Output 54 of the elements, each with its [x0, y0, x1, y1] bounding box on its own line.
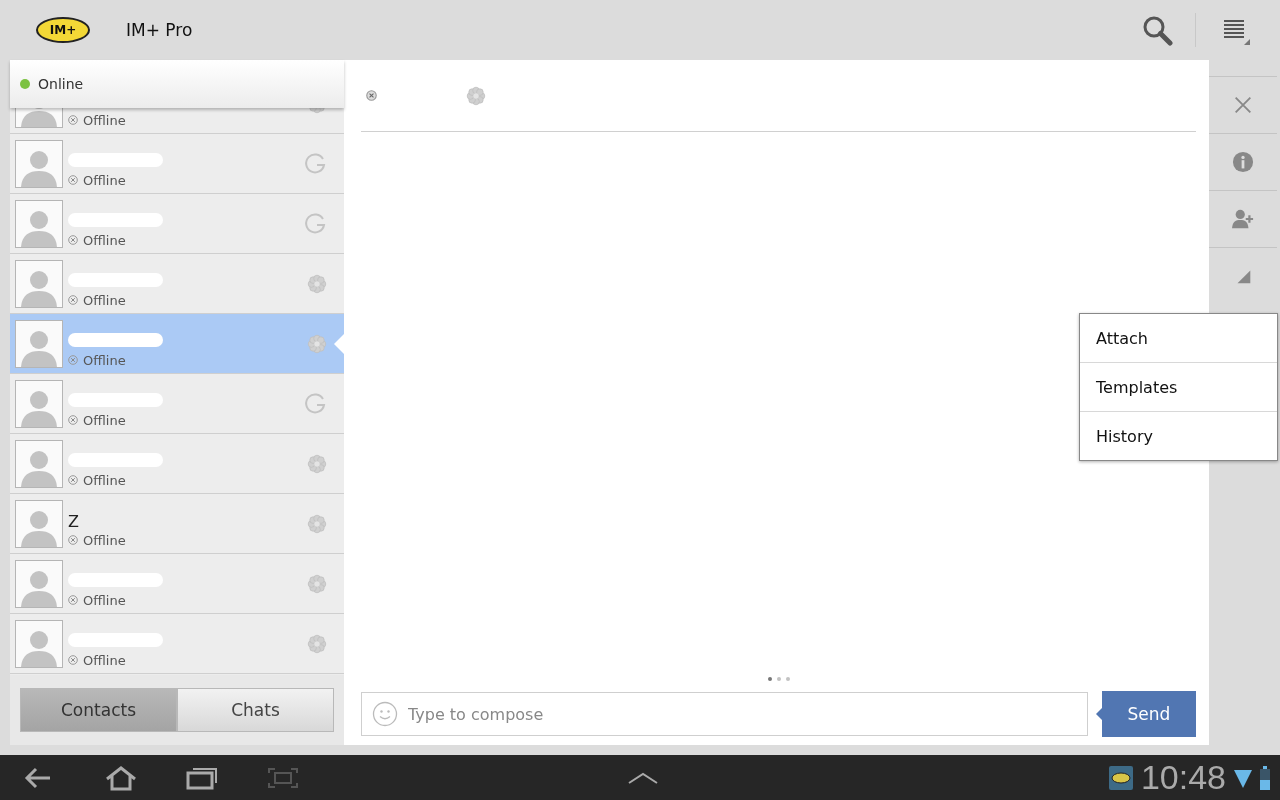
app-logo: IM+	[36, 17, 90, 43]
contact-status: Offline	[83, 592, 126, 608]
offline-icon	[68, 655, 78, 665]
contact-status: Offline	[83, 652, 126, 668]
flower-icon	[306, 632, 328, 655]
send-button[interactable]: Send	[1102, 691, 1196, 737]
menu-item[interactable]: History	[1080, 411, 1277, 460]
offline-icon	[68, 595, 78, 605]
search-icon	[1141, 14, 1173, 46]
clock: 10:48	[1140, 758, 1226, 797]
flower-icon	[306, 572, 328, 595]
battery-icon	[1260, 765, 1270, 790]
contact-row[interactable]: Offline	[10, 108, 344, 134]
contact-status: Offline	[83, 532, 126, 548]
flower-icon	[465, 84, 487, 107]
compose-bar[interactable]: Type to compose	[361, 692, 1088, 736]
contact-status: Offline	[83, 292, 126, 308]
close-icon	[1232, 94, 1254, 116]
contact-name: Z	[68, 512, 80, 531]
menu-item[interactable]: Templates	[1080, 362, 1277, 411]
offline-icon	[68, 115, 78, 125]
expand-button[interactable]	[627, 770, 659, 785]
offline-icon	[68, 355, 78, 365]
offline-icon	[68, 235, 78, 245]
contact-status: Offline	[83, 352, 126, 368]
contact-status: Offline	[83, 412, 126, 428]
tab[interactable]: Chats	[177, 688, 334, 732]
menu-item[interactable]: Attach	[1080, 314, 1277, 362]
app-notification-icon	[1108, 765, 1133, 790]
flower-icon	[306, 272, 328, 295]
offline-icon	[68, 295, 78, 305]
flower-icon	[306, 512, 328, 535]
contact-status: Offline	[83, 232, 126, 248]
compose-field[interactable]: Type to compose	[406, 703, 1087, 725]
presence-status[interactable]: Online	[38, 76, 84, 92]
add-person-icon	[1232, 208, 1254, 230]
contact-status: Offline	[83, 472, 126, 488]
contact-status: Offline	[83, 172, 126, 188]
g-letter-icon	[304, 211, 328, 236]
offline-icon	[68, 535, 78, 545]
offline-icon	[68, 475, 78, 485]
offline-icon	[68, 415, 78, 425]
flower-icon	[306, 452, 328, 475]
app-title: IM+ Pro	[126, 20, 193, 40]
caret-up-icon	[627, 770, 659, 785]
g-letter-icon	[304, 151, 328, 176]
contact-row[interactable]: Offline	[10, 314, 344, 374]
offline-icon	[68, 175, 78, 185]
contact-status: Offline	[83, 112, 126, 128]
info-icon	[1232, 151, 1254, 173]
g-letter-icon	[304, 391, 328, 416]
flower-icon	[306, 332, 328, 355]
tab[interactable]: Contacts	[20, 688, 177, 732]
offline-icon	[366, 90, 377, 101]
